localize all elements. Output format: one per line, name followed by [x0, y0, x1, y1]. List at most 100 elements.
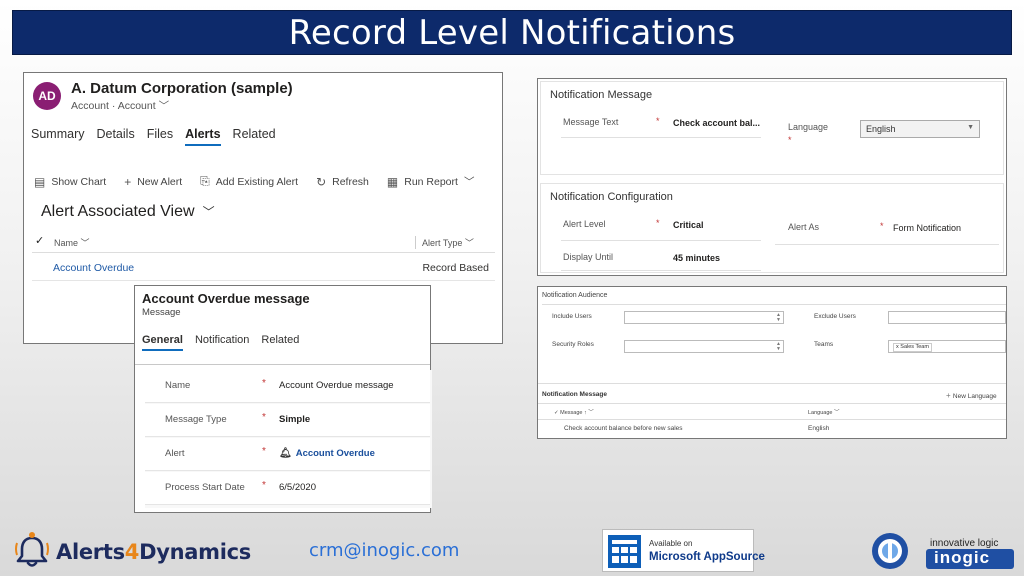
include-users-input[interactable]: ▲ ▼ — [624, 311, 784, 324]
new-language-button[interactable]: + New Language — [946, 391, 997, 400]
language-select[interactable]: English ▼ — [860, 120, 980, 138]
entity-name: Account — [71, 100, 109, 112]
field-label: Display Until — [563, 252, 614, 262]
entity-name: Message — [142, 307, 181, 318]
notification-message-section: Notification Message Message Text * Chec… — [540, 81, 1004, 175]
required-marker: * — [880, 221, 884, 231]
field-process-start-date[interactable]: Process Start Date * 6/5/2020 — [145, 472, 430, 505]
bell-logo-icon — [15, 532, 49, 567]
field-underline — [775, 244, 999, 245]
record-title: A. Datum Corporation (sample) — [71, 80, 293, 97]
section-title: Notification Configuration — [550, 191, 673, 203]
grid-header: ✓ Name ﹀ Alert Type ﹀ — [32, 233, 495, 253]
exclude-users-input[interactable] — [888, 311, 1006, 324]
required-marker: * — [656, 116, 660, 126]
divider — [542, 304, 1006, 305]
field-underline — [561, 137, 761, 138]
teams-input[interactable]: x Sales Team — [888, 340, 1006, 353]
spinner-icon: ▲ ▼ — [776, 312, 781, 323]
refresh-icon: ↻ — [316, 174, 327, 189]
alert-lookup-link[interactable]: 🔔︎ Account Overdue — [279, 448, 375, 459]
field-name[interactable]: Name * Account Overdue message — [145, 370, 430, 403]
field-label: Alert As — [788, 222, 820, 232]
column-header-alert-type[interactable]: Alert Type ﹀ — [415, 236, 474, 249]
show-chart-button[interactable]: ▤ Show Chart — [34, 175, 106, 189]
chart-icon: ▤ — [34, 174, 46, 189]
field-label: Name — [165, 380, 191, 391]
subgrid-toolbar: ▤ Show Chart + New Alert ⎘ Add Existing Ale… — [34, 174, 474, 189]
general-form: Name * Account Overdue message Message T… — [145, 370, 432, 508]
appsource-badge[interactable]: Available on Microsoft AppSource — [602, 529, 765, 572]
tab-related[interactable]: Related — [261, 334, 299, 351]
field-underline — [561, 270, 761, 271]
plus-icon: + — [946, 391, 953, 400]
new-alert-button[interactable]: + New Alert — [124, 175, 182, 189]
add-existing-icon: ⎘ — [200, 174, 210, 188]
refresh-button[interactable]: ↻ Refresh — [316, 175, 369, 189]
alert-name-link[interactable]: Account Overdue — [53, 262, 134, 274]
field-underline — [561, 240, 761, 241]
message-record-panel: Account Overdue message Message General … — [134, 285, 432, 513]
notification-audience-panel: Notification Audience Include Users ▲ ▼ E… — [537, 286, 1007, 439]
required-marker: * — [788, 135, 792, 145]
field-value[interactable]: Simple — [279, 414, 310, 425]
required-marker: * — [262, 378, 266, 389]
spinner-icon: ▲ ▼ — [776, 341, 781, 352]
appsource-grid-icon — [608, 535, 641, 568]
field-message-type[interactable]: Message Type * Simple — [145, 404, 430, 437]
divider — [135, 364, 430, 365]
field-label: Message Text — [563, 117, 619, 127]
contact-email[interactable]: crm@inogic.com — [309, 540, 459, 561]
tab-general[interactable]: General — [142, 334, 183, 351]
tab-alerts[interactable]: Alerts — [185, 127, 221, 146]
team-chip[interactable]: x Sales Team — [893, 343, 932, 352]
section-title: Notification Audience — [542, 292, 608, 299]
field-value[interactable]: 6/5/2020 — [279, 482, 316, 493]
notification-tab-panel: Notification Message Message Text * Chec… — [537, 78, 1007, 276]
display-until-field[interactable]: 45 minutes — [673, 253, 720, 263]
message-text-field[interactable]: Check account bal... — [673, 118, 760, 128]
run-report-button[interactable]: ▦ Run Report ﹀ — [387, 174, 475, 189]
bell-icon: 🔔︎ — [279, 448, 292, 459]
alert-type-cell: Record Based — [422, 262, 489, 274]
slide-title: Record Level Notifications — [12, 10, 1012, 55]
language-cell: English — [808, 425, 830, 432]
add-existing-alert-button[interactable]: ⎘ Add Existing Alert — [200, 174, 298, 189]
select-all-checkmark-icon[interactable]: ✓ — [35, 234, 44, 247]
column-header-message[interactable]: ✓ Message ↑ ﹀ — [554, 408, 594, 416]
alert-as-field[interactable]: Form Notification — [893, 223, 961, 233]
plus-icon: + — [124, 174, 132, 189]
appsource-name: Microsoft AppSource — [649, 551, 765, 563]
notification-configuration-section: Notification Configuration Alert Level *… — [540, 183, 1004, 273]
field-label: Security Roles — [552, 341, 594, 348]
inogic-wordmark: inogic — [926, 548, 1014, 569]
required-marker: * — [262, 446, 266, 457]
column-header-language[interactable]: Language ﹀ — [808, 408, 840, 416]
record-tabs: General Notification Related — [142, 334, 299, 351]
field-label: Language — [788, 122, 829, 132]
chevron-down-icon: ﹀ — [202, 205, 215, 219]
dropdown-arrow-icon: ▼ — [967, 124, 974, 131]
view-selector[interactable]: Alert Associated View ﹀ — [41, 203, 215, 221]
message-cell[interactable]: Check account balance before new sales — [564, 425, 683, 432]
table-row[interactable]: Account Overdue Record Based — [32, 258, 495, 281]
field-alert[interactable]: Alert * 🔔︎ Account Overdue — [145, 438, 430, 471]
field-label: Process Start Date — [165, 482, 245, 493]
tab-files[interactable]: Files — [147, 127, 173, 146]
tab-summary[interactable]: Summary — [31, 127, 84, 146]
grid-title: Notification Message — [542, 391, 608, 398]
inogic-swirl-icon — [872, 533, 908, 569]
required-marker: * — [656, 218, 660, 228]
tab-notification[interactable]: Notification — [195, 334, 249, 351]
chevron-down-icon: ﹀ — [158, 100, 170, 112]
tab-related[interactable]: Related — [233, 127, 276, 146]
inogic-logo: innovative logic inogic — [868, 528, 1018, 574]
section-title: Notification Message — [550, 89, 653, 101]
security-roles-input[interactable]: ▲ ▼ — [624, 340, 784, 353]
tab-details[interactable]: Details — [96, 127, 134, 146]
divider — [538, 403, 1006, 404]
alert-level-field[interactable]: Critical — [673, 220, 704, 230]
field-value[interactable]: Account Overdue message — [279, 380, 394, 391]
form-selector[interactable]: Account ﹀ — [118, 100, 169, 112]
column-header-name[interactable]: Name ﹀ — [54, 236, 90, 249]
